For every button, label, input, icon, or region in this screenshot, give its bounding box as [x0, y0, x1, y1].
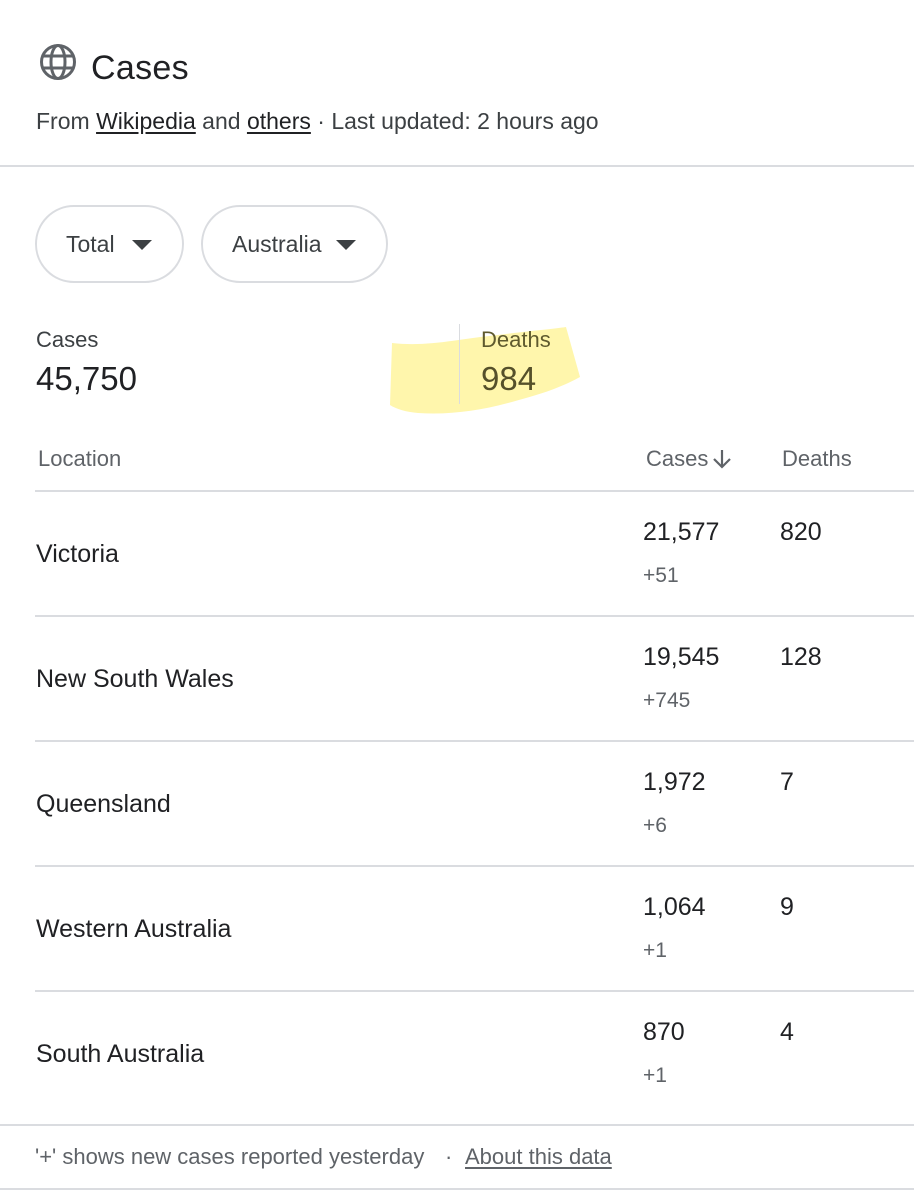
caret-down-icon [336, 240, 356, 250]
row-new-cases: +1 [643, 1064, 667, 1087]
cases-summary-label: Cases [36, 327, 99, 352]
row-cases: 21,577 [643, 518, 720, 546]
footer-note: '+' shows new cases reported yesterday [35, 1144, 425, 1169]
region-dropdown-label: Australia [232, 230, 322, 257]
caret-down-icon [132, 240, 152, 250]
row-deaths: 7 [780, 768, 794, 796]
cases-summary: Cases 45,750 [36, 326, 137, 401]
row-new-cases: +1 [643, 939, 667, 962]
metric-dropdown[interactable]: Total [35, 205, 184, 283]
footer-separator: · [445, 1144, 453, 1169]
row-location: Victoria [36, 540, 119, 568]
deaths-summary-label: Deaths [481, 327, 551, 352]
table-row[interactable]: New South Wales 19,545 +745 128 [35, 617, 914, 742]
others-link[interactable]: others [247, 108, 311, 134]
column-header-deaths[interactable]: Deaths [782, 446, 852, 472]
row-new-cases: +6 [643, 814, 667, 837]
row-location: Western Australia [36, 915, 232, 943]
deaths-summary-value: 984 [481, 360, 537, 397]
row-cases: 1,972 [643, 768, 706, 796]
card-footer: '+' shows new cases reported yesterday ·… [0, 1124, 914, 1190]
row-deaths: 820 [780, 518, 822, 546]
wikipedia-link[interactable]: Wikipedia [96, 108, 196, 134]
row-location: New South Wales [36, 665, 234, 693]
region-dropdown[interactable]: Australia [201, 205, 388, 283]
column-header-cases[interactable]: Cases [646, 446, 733, 472]
summary-divider [459, 324, 460, 404]
deaths-summary: Deaths 984 [481, 326, 551, 401]
table-header: Location Cases Deaths [35, 438, 914, 492]
source-and: and [202, 108, 241, 134]
source-prefix: From [36, 108, 90, 134]
row-location: South Australia [36, 1040, 205, 1068]
table-row[interactable]: Victoria 21,577 +51 820 [35, 492, 914, 617]
table-row[interactable]: Western Australia 1,064 +1 9 [35, 867, 914, 992]
row-cases: 19,545 [643, 643, 720, 671]
column-header-cases-label: Cases [646, 446, 709, 471]
row-deaths: 4 [780, 1018, 794, 1046]
globe-icon [40, 44, 76, 80]
arrow-down-icon [713, 450, 732, 469]
cases-summary-value: 45,750 [36, 360, 137, 397]
card-header: Cases From Wikipedia and others · Last u… [0, 0, 914, 167]
table-body: Victoria 21,577 +51 820 New South Wales … [35, 492, 914, 1117]
table-row[interactable]: Queensland 1,972 +6 7 [35, 742, 914, 867]
column-header-location[interactable]: Location [38, 446, 121, 472]
row-cases: 870 [643, 1018, 685, 1046]
row-deaths: 128 [780, 643, 822, 671]
table-row[interactable]: South Australia 870 +1 4 [35, 992, 914, 1117]
about-data-link[interactable]: About this data [465, 1144, 612, 1170]
row-location: Queensland [36, 790, 171, 818]
metric-dropdown-label: Total [66, 230, 115, 257]
row-new-cases: +51 [643, 564, 679, 587]
card-title: Cases [91, 49, 189, 87]
row-new-cases: +745 [643, 689, 691, 712]
last-updated: · Last updated: 2 hours ago [317, 108, 599, 134]
source-line: From Wikipedia and others · Last updated… [36, 104, 599, 138]
row-deaths: 9 [780, 893, 794, 921]
row-cases: 1,064 [643, 893, 706, 921]
